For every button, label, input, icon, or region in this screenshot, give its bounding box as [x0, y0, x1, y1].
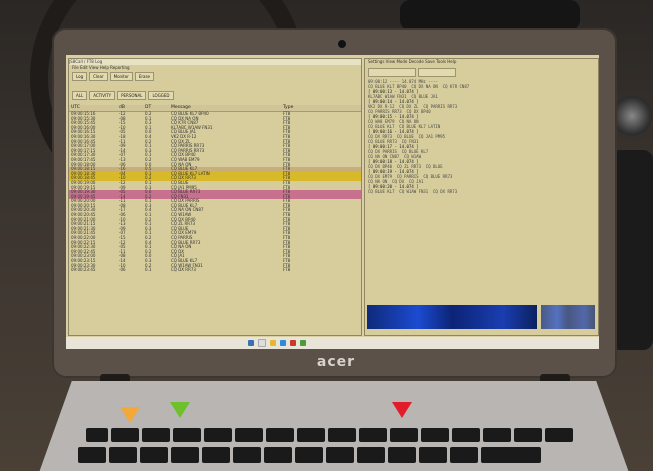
key[interactable]	[233, 447, 261, 463]
waterfall-display-secondary[interactable]	[541, 305, 595, 329]
key[interactable]	[295, 447, 323, 463]
green-marker-icon	[170, 402, 190, 418]
key[interactable]	[545, 428, 573, 442]
tab-personal[interactable]: PERSONAL	[117, 91, 147, 100]
app-icon[interactable]	[290, 340, 296, 346]
decode-window-menu[interactable]: Settings View Mode Decode Save Tools Hel…	[365, 59, 598, 67]
log-toolbar: Log Clear Monitor Erase	[69, 71, 361, 82]
key[interactable]	[111, 428, 139, 442]
red-marker-icon	[392, 402, 412, 418]
toolbar-button[interactable]: Log	[72, 72, 88, 81]
key[interactable]	[390, 428, 418, 442]
search-icon[interactable]	[258, 339, 266, 347]
toolbar-button[interactable]: Erase	[134, 72, 155, 81]
key[interactable]	[326, 447, 354, 463]
toolbar-button[interactable]: Monitor	[109, 72, 133, 81]
windows-taskbar	[66, 337, 599, 349]
key[interactable]	[388, 447, 416, 463]
key[interactable]	[359, 428, 387, 442]
table-cell: -06	[119, 267, 126, 273]
key[interactable]	[328, 428, 356, 442]
air-vent	[400, 0, 580, 30]
key[interactable]	[450, 447, 478, 463]
key[interactable]	[297, 428, 325, 442]
decode-text-area[interactable]: 09:00:12 ---- 14.074 MHz ---- CQ BLUE KL7…	[365, 78, 598, 195]
key[interactable]	[235, 428, 263, 442]
laptop-screen: JS8Call / FT8 Log File Edit View Help Re…	[66, 55, 599, 349]
app-icon[interactable]	[300, 340, 306, 346]
decode-frequency-field[interactable]	[368, 68, 416, 77]
tab-logged[interactable]: LOGGED	[148, 91, 174, 100]
decode-mode-field[interactable]	[418, 68, 456, 77]
number-key-row	[78, 447, 541, 463]
log-table-header: UTC dB DT Message Type	[69, 105, 361, 112]
decode-window: Settings View Mode Decode Save Tools Hel…	[364, 58, 599, 336]
laptop-brand-logo: acer	[316, 354, 356, 370]
toolbar-button[interactable]: Clear	[89, 72, 108, 81]
decode-line: CQ BLUE KL7 CQ W1AW FN31 CQ DX RR73	[368, 189, 458, 194]
key[interactable]	[204, 428, 232, 442]
log-table-body: 09:00:15:16 -12 0.2 CQ BLUE KL7 BP40 FT8 09:0…	[69, 111, 361, 273]
key[interactable]	[483, 428, 511, 442]
key[interactable]	[78, 447, 106, 463]
table-row[interactable]: 09:00:23:45 -06 0.1 CQ DX RR73 FT8	[69, 268, 361, 273]
webcam-icon	[338, 40, 346, 48]
key[interactable]	[421, 428, 449, 442]
key[interactable]	[452, 428, 480, 442]
function-key-row	[86, 428, 573, 442]
key[interactable]	[357, 447, 385, 463]
table-cell: 09:00:23:45	[71, 267, 96, 273]
tab-all[interactable]: ALL	[72, 91, 88, 100]
key[interactable]	[514, 428, 542, 442]
key[interactable]	[142, 428, 170, 442]
windows-start-icon[interactable]	[248, 340, 254, 346]
photo-scene: JS8Call / FT8 Log File Edit View Help Re…	[0, 0, 653, 471]
key[interactable]	[419, 447, 447, 463]
dashboard-knob	[612, 96, 652, 136]
key[interactable]	[202, 447, 230, 463]
log-window: JS8Call / FT8 Log File Edit View Help Re…	[68, 58, 362, 336]
table-cell: CQ DX RR73	[171, 267, 196, 273]
key[interactable]	[173, 428, 201, 442]
file-explorer-icon[interactable]	[270, 340, 276, 346]
key[interactable]	[264, 447, 292, 463]
table-cell: FT8	[283, 267, 291, 273]
browser-icon[interactable]	[280, 340, 286, 346]
backspace-key[interactable]	[481, 447, 541, 463]
table-cell: 0.1	[145, 267, 152, 273]
tab-activity[interactable]: ACTIVITY	[89, 91, 116, 100]
key[interactable]	[86, 428, 108, 442]
waterfall-display[interactable]	[367, 305, 537, 329]
key[interactable]	[109, 447, 137, 463]
decode-toolbar	[365, 67, 598, 78]
key[interactable]	[266, 428, 294, 442]
key[interactable]	[171, 447, 199, 463]
orange-marker-icon	[120, 407, 140, 423]
key[interactable]	[140, 447, 168, 463]
log-filter-row: ALL ACTIVITY PERSONAL LOGGED	[69, 90, 361, 101]
